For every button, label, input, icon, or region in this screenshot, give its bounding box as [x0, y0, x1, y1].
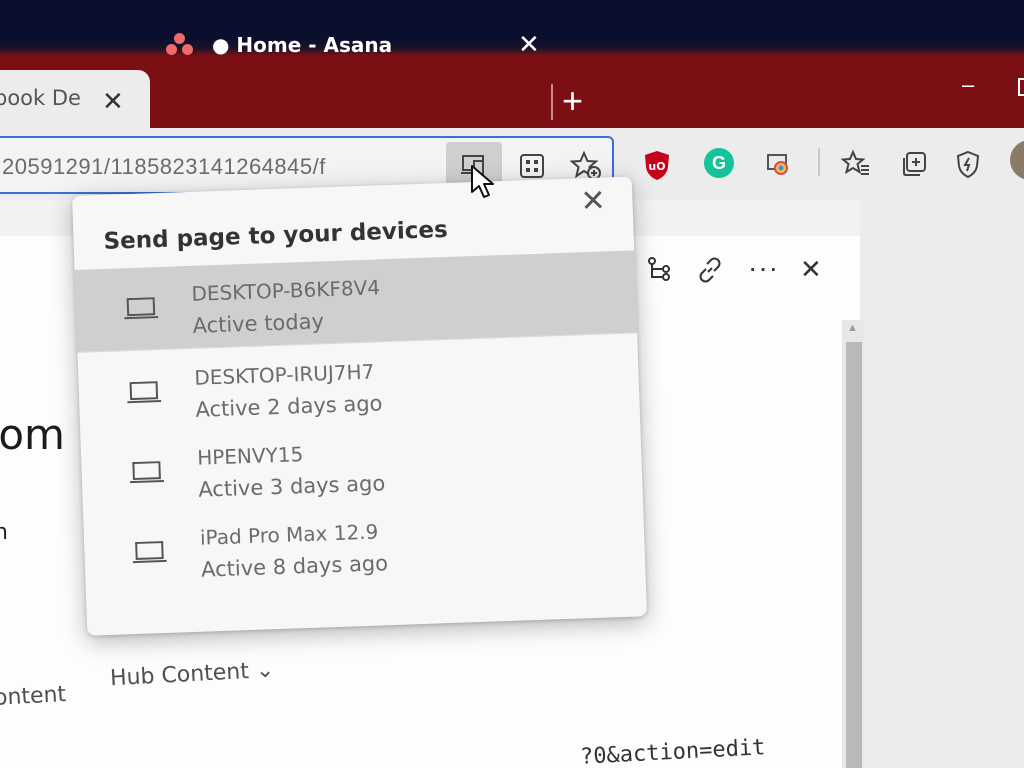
close-popup-button[interactable]: ✕: [580, 183, 606, 219]
send-page-popup: Send page to your devices ✕ DESKTOP-B6KF…: [72, 176, 648, 636]
close-tab-button[interactable]: ✕: [102, 86, 124, 117]
device-status: Active today: [192, 309, 325, 338]
device-name: iPad Pro Max 12.9: [199, 519, 379, 550]
asana-icon: [166, 33, 194, 57]
address-text[interactable]: 20591291/1185823141264845/f: [2, 154, 326, 180]
tab-title: ● Home - Asana: [212, 33, 393, 57]
page-text-fragment: h: [0, 520, 8, 545]
tab-title: book De: [0, 86, 81, 110]
maximize-button[interactable]: [1018, 78, 1024, 96]
tab-asana-home[interactable]: ● Home - Asana ✕: [166, 14, 546, 76]
close-panel-icon[interactable]: ✕: [800, 254, 822, 285]
new-tab-button[interactable]: +: [562, 80, 583, 122]
laptop-icon: [124, 297, 159, 320]
browser-essentials-icon[interactable]: [950, 146, 986, 182]
device-name: HPENVY15: [196, 442, 304, 470]
collections-icon[interactable]: [896, 146, 932, 182]
laptop-icon: [127, 381, 162, 404]
device-status: Active 8 days ago: [200, 551, 389, 582]
popup-title: Send page to your devices: [103, 216, 449, 255]
scroll-up-icon[interactable]: ▲: [847, 322, 858, 334]
page-heading-fragment: rom: [0, 410, 65, 459]
minimize-button[interactable]: –: [962, 72, 974, 98]
extension-icon[interactable]: [764, 150, 794, 180]
tab-facebook[interactable]: book De ✕: [0, 70, 150, 134]
screen: book De ✕ ● Home - Asana ✕ + – 20591291/…: [0, 0, 1024, 768]
device-status: Active 3 days ago: [197, 471, 386, 502]
laptop-icon: [129, 461, 165, 484]
device-name: DESKTOP-IRUJ7H7: [194, 359, 375, 390]
grammarly-icon[interactable]: G: [704, 148, 734, 178]
scrollbar-thumb[interactable]: [846, 342, 862, 768]
link-icon[interactable]: [696, 256, 724, 291]
tab-divider: [551, 84, 553, 120]
laptop-icon: [132, 541, 167, 564]
ublock-icon[interactable]: uO: [640, 148, 674, 182]
device-name: DESKTOP-B6KF8V4: [191, 275, 381, 306]
mouse-cursor-icon: [471, 165, 494, 198]
toolbar-separator: [818, 148, 820, 176]
close-tab-button[interactable]: ✕: [518, 30, 540, 60]
subtask-icon[interactable]: [646, 256, 672, 289]
content-tab[interactable]: ontent: [0, 682, 67, 711]
svg-text:uO: uO: [648, 160, 665, 173]
more-options-icon[interactable]: ···: [748, 252, 779, 284]
favorites-icon[interactable]: [838, 146, 874, 182]
device-status: Active 2 days ago: [195, 391, 383, 422]
page-side-area: [860, 200, 1024, 768]
